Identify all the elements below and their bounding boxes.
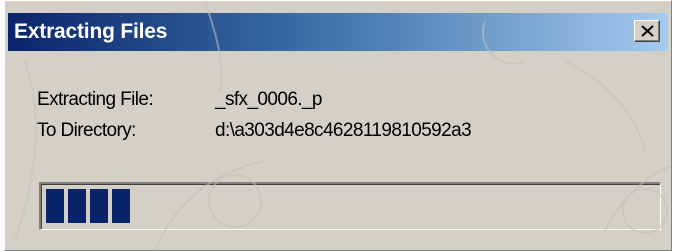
extracting-file-value: _sfx_0006._p [215,89,323,110]
window-title: Extracting Files [14,20,168,43]
progress-block [90,189,108,223]
extraction-progress-bar [39,182,661,230]
title-bar[interactable]: Extracting Files [8,13,668,51]
progress-block [68,189,86,223]
close-button[interactable] [634,20,660,42]
close-icon [641,25,654,37]
to-directory-label: To Directory: [37,120,136,141]
progress-block [46,189,64,223]
progress-block [112,189,130,223]
extract-dialog: Extracting Files Extracting File: _sfx_0… [4,0,672,251]
extracting-file-label: Extracting File: [37,89,154,110]
to-directory-value: d:\a303d4e8c4628119810592a3 [215,120,472,141]
